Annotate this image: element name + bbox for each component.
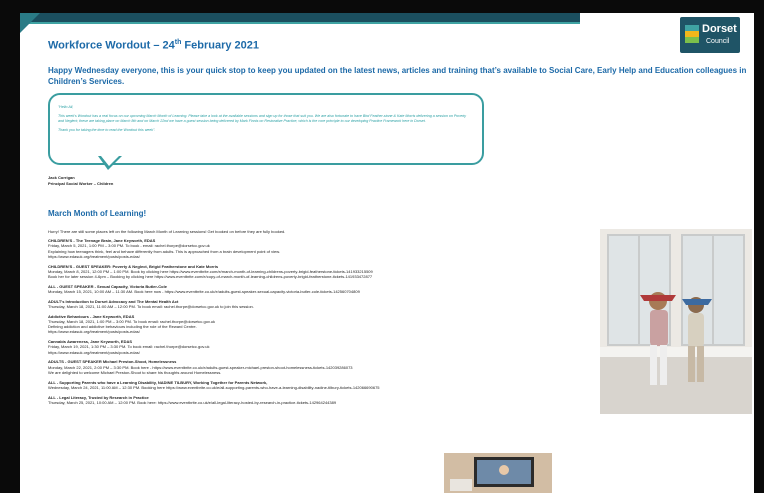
logo-mark-icon — [685, 25, 699, 43]
intro-text: Happy Wednesday everyone, this is your q… — [48, 66, 747, 86]
header-band — [20, 13, 580, 22]
bubble-tail-inner — [101, 156, 119, 166]
corner-accent — [20, 13, 40, 33]
quote-thanks: Thank you for taking the time to read th… — [58, 128, 156, 132]
children-reading-photo — [600, 229, 752, 414]
event-line: Thursday, March 18, 2021, 11:00 AM – 12:… — [48, 304, 254, 310]
hurry-text: Hurry! There are still some places left … — [48, 229, 286, 234]
event-item: Cannabis Awareness, Jane Keyworth, EDAS F… — [48, 339, 588, 355]
quote-text: "Hello All, This week's Wordout has a re… — [58, 105, 468, 133]
event-line: Wednesday, March 24, 2021, 11:00 AM – 12… — [48, 384, 380, 390]
dorset-council-logo: Dorset Council — [680, 17, 740, 53]
event-line: https://www.edasuk.org/treatment/posts/p… — [48, 349, 140, 355]
section-title: March Month of Learning! — [48, 209, 147, 218]
logo-text-dorset: Dorset — [702, 23, 737, 35]
newsletter-page: Workforce Wordout – 24th February 2021 D… — [20, 13, 754, 493]
event-line: Monday, March 15, 2021, 10:00 AM – 11:30… — [48, 289, 360, 295]
logo-text-council: Council — [706, 38, 730, 45]
event-line: https://www.edasuk.org/treatment/posts/p… — [48, 253, 140, 259]
signature-role: Principal Social Worker – Children — [48, 181, 114, 186]
quote-body: This week's Wordout has a real focus on … — [58, 114, 467, 123]
newsletter-title: Workforce Wordout – 24th February 2021 — [48, 39, 259, 52]
event-line: https://www.edasuk.org/treatment/posts/p… — [48, 329, 140, 335]
event-item: CHILDREN'S - The Teenage Brain, Jane Key… — [48, 238, 588, 259]
event-line: We are delighted to welcome Michael Pres… — [48, 369, 222, 375]
signature: Jack Corrigan Principal Social Worker – … — [48, 175, 113, 187]
header-band-accent — [20, 22, 580, 24]
photo2-illustration — [444, 453, 552, 493]
photo-illustration — [600, 229, 752, 414]
quote-bubble: "Hello All, This week's Wordout has a re… — [48, 93, 484, 165]
event-line: Thursday, March 25, 2021, 10:00 AM – 12:… — [48, 399, 337, 405]
video-call-photo — [444, 453, 552, 493]
events-list: Hurry! There are still some places left … — [48, 229, 588, 410]
event-item: ADULTS - GUEST SPEAKER Michael Preston-S… — [48, 359, 588, 375]
event-item: ADULT's Introduction to Dorset Advocacy … — [48, 299, 588, 309]
event-item: CHILDREN'S - GUEST SPEAKER: Poverty & Ne… — [48, 264, 588, 280]
event-item: ALL - Legal Literacy, Trusted by Researc… — [48, 395, 588, 405]
event-line: Book her for later session 4-6pm – Booki… — [48, 274, 373, 280]
event-item: ALL - GUEST SPEAKER - Sexual Capacity, V… — [48, 284, 588, 294]
event-item: ALL - Supporting Parents who have a Lear… — [48, 380, 588, 390]
event-item: Addictive Behaviours - Jane Keyworth, ED… — [48, 314, 588, 335]
